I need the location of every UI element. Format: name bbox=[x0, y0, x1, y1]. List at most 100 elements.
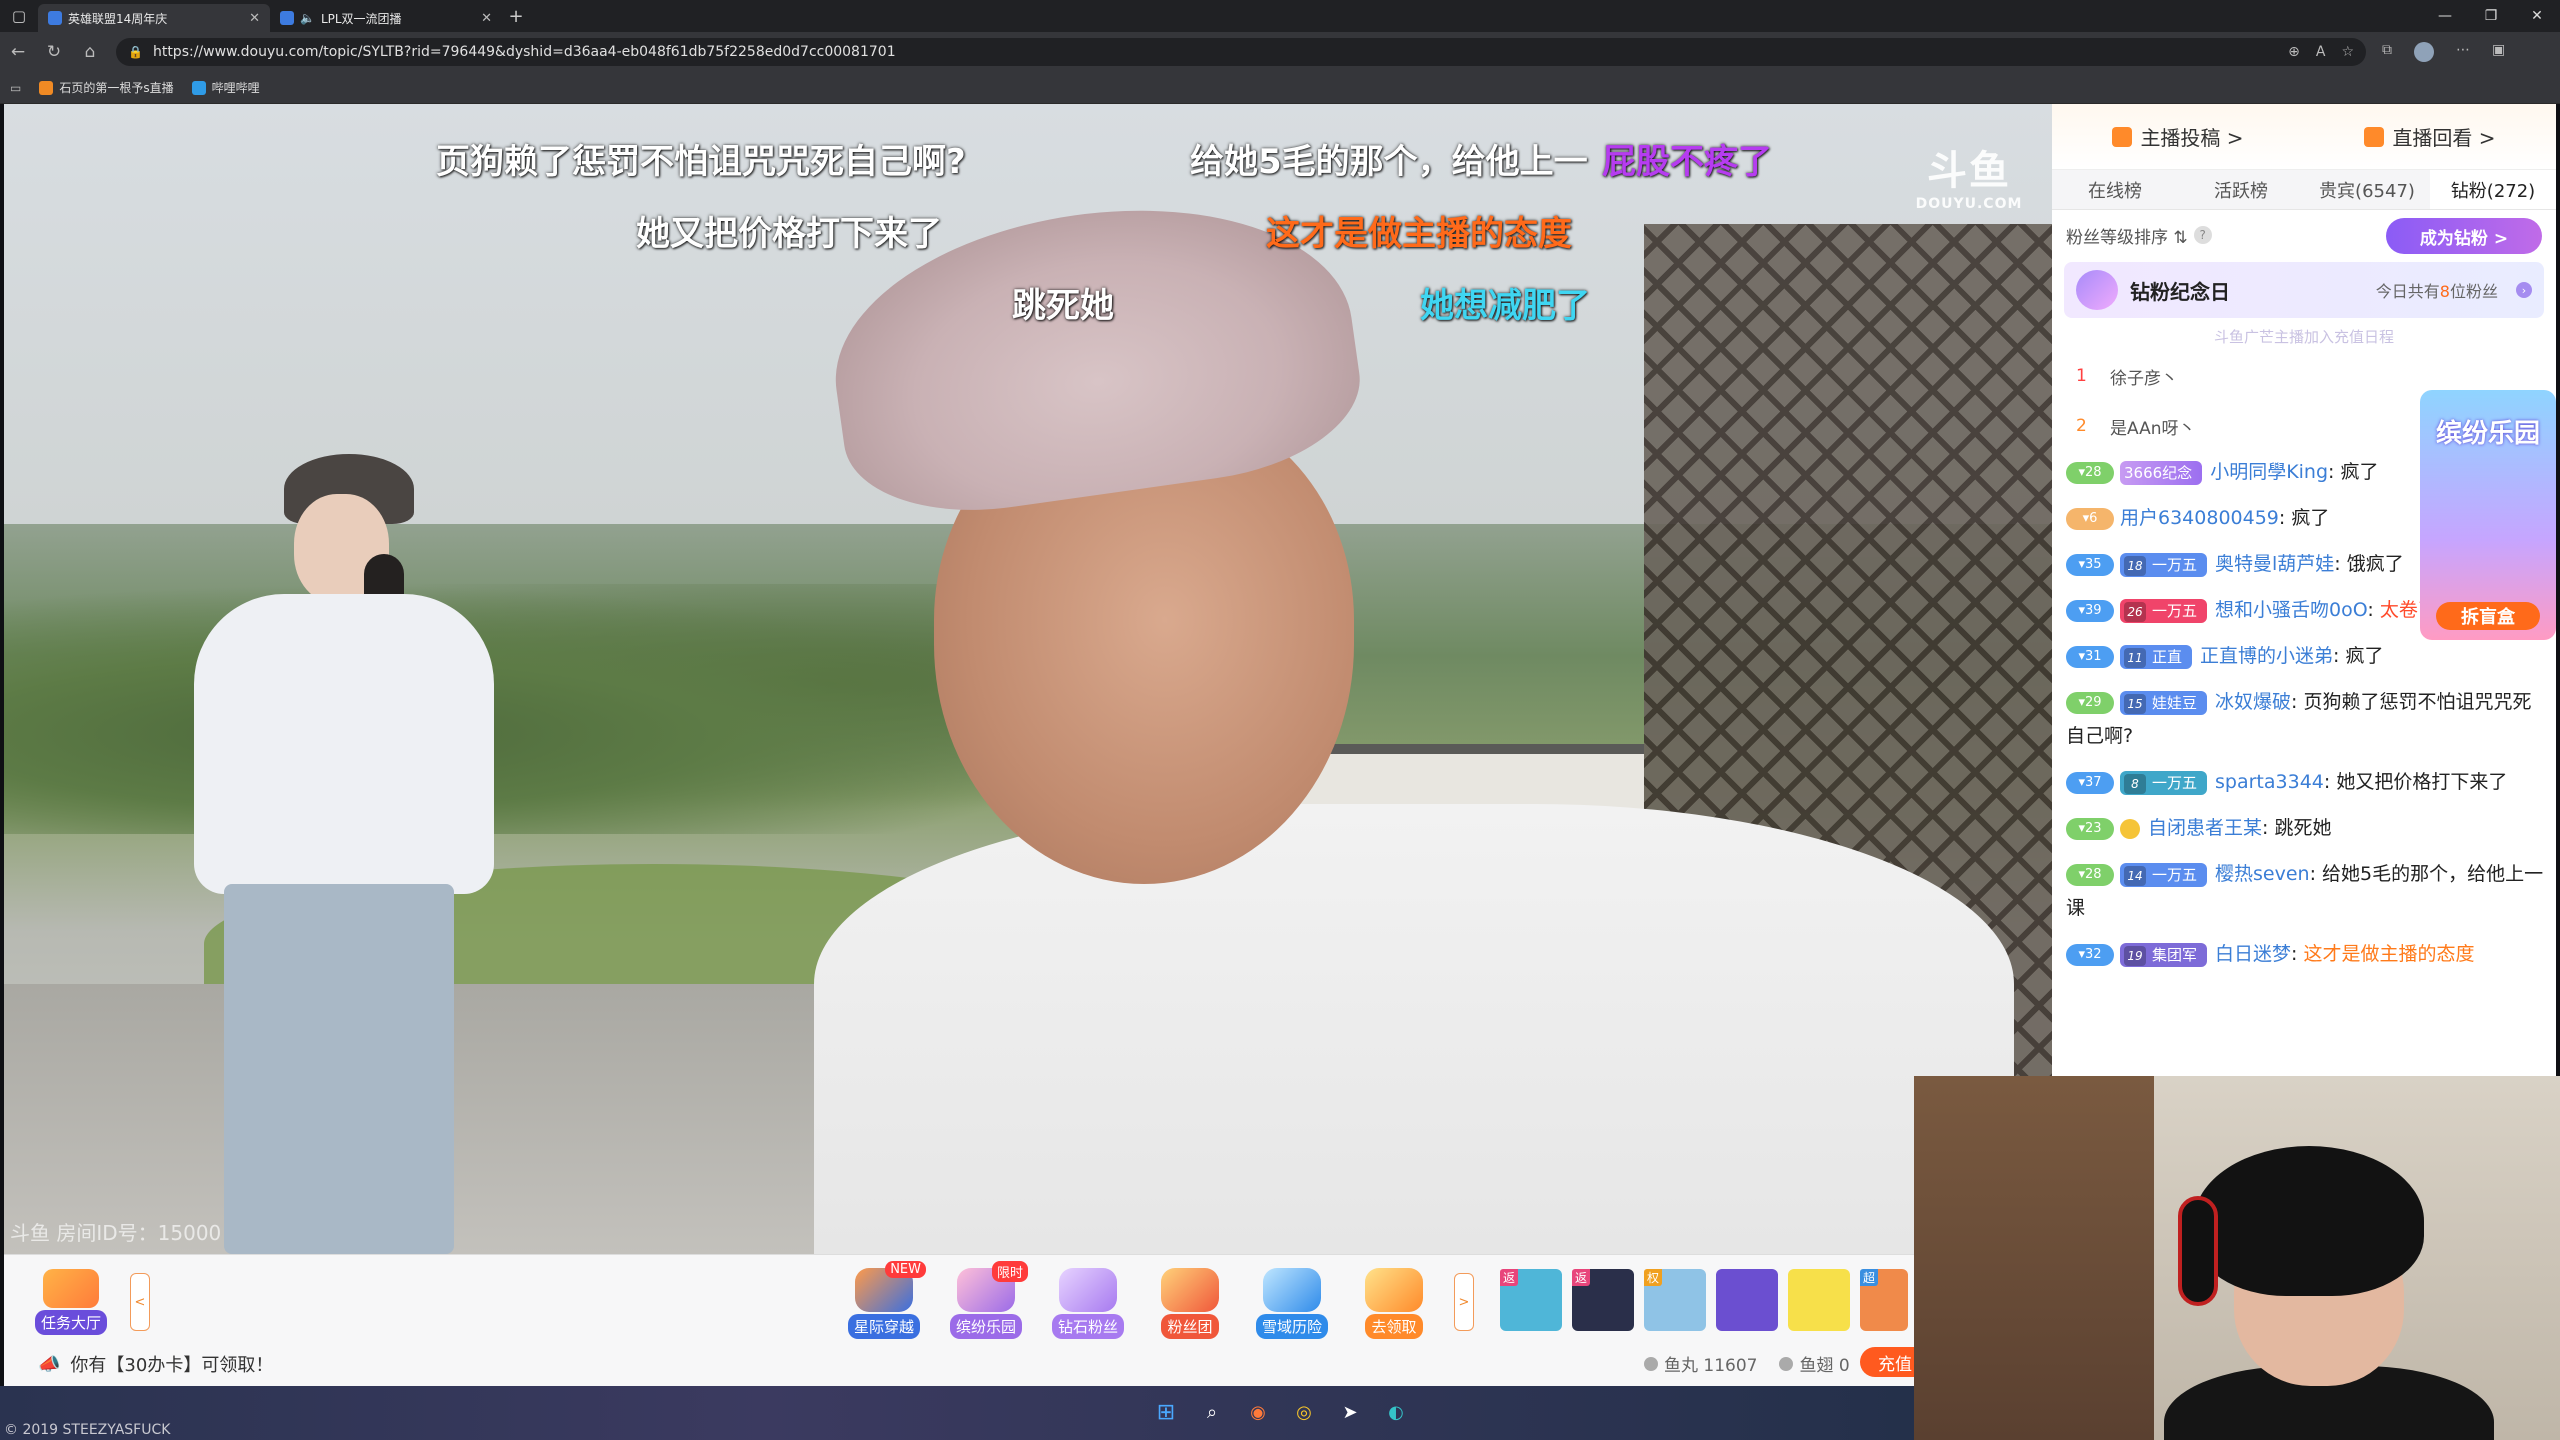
search-icon[interactable]: ⌕ bbox=[1200, 1400, 1224, 1424]
tab-vip[interactable]: 贵宾(6547) bbox=[2304, 170, 2430, 209]
close-icon[interactable]: ✕ bbox=[249, 11, 260, 26]
sidebar-toggle-icon[interactable]: ▣ bbox=[2492, 42, 2505, 62]
fan-badge-label: 一万五 bbox=[2152, 773, 2198, 792]
gift-label: 钻石粉丝 bbox=[1051, 1314, 1124, 1339]
task-hall-button[interactable]: 任务大厅 bbox=[26, 1269, 116, 1335]
chat-user-name[interactable]: 樱热seven bbox=[2215, 863, 2310, 885]
fan-badge[interactable]: 19 集团军 bbox=[2120, 942, 2208, 967]
zoom-icon[interactable]: ⊕ bbox=[2288, 44, 2300, 60]
read-aloud-icon[interactable]: A bbox=[2316, 44, 2326, 60]
fan-club-icon bbox=[1161, 1268, 1219, 1312]
prop-item[interactable] bbox=[1788, 1269, 1850, 1331]
replay-link[interactable]: 直播回看 > bbox=[2364, 122, 2496, 151]
limited-badge: 限时 bbox=[991, 1261, 1028, 1282]
app-icon[interactable]: ➤ bbox=[1338, 1400, 1362, 1424]
bookmark-2[interactable]: 哔哩哔哩 bbox=[191, 79, 260, 96]
gift-snow-adventure[interactable]: 雪域历险 bbox=[1248, 1263, 1336, 1339]
prop-item[interactable]: 权 bbox=[1644, 1269, 1706, 1331]
lock-icon[interactable]: 🔒 bbox=[128, 45, 143, 59]
gift-diamond-fan[interactable]: 钻石粉丝 bbox=[1044, 1263, 1132, 1339]
reload-icon[interactable]: ↻ bbox=[36, 42, 72, 62]
app-icon[interactable]: ◉ bbox=[1246, 1400, 1270, 1424]
anchor-post-link[interactable]: 主播投稿 > bbox=[2112, 122, 2244, 151]
user-level-badge: ▾6 bbox=[2066, 507, 2114, 530]
favorite-star-icon[interactable]: ☆ bbox=[2341, 44, 2354, 60]
prop-item[interactable]: 返 bbox=[1500, 1269, 1562, 1331]
chat-user-name[interactable]: sparta3344 bbox=[2215, 771, 2324, 793]
browser-tab-2[interactable]: 🔈 LPL双一流团播 ✕ bbox=[270, 4, 502, 32]
colorful-park-promo[interactable]: 缤纷乐园 拆盲盒 bbox=[2420, 390, 2556, 640]
prop-item[interactable] bbox=[1716, 1269, 1778, 1331]
fan-badge-label: 3666纪念 bbox=[2124, 463, 2193, 482]
chat-user-name[interactable]: 想和小骚舌吻0oO bbox=[2215, 599, 2367, 621]
gift-colorful-park[interactable]: 缤纷乐园 限时 bbox=[942, 1261, 1030, 1339]
collapse-left-button[interactable]: < bbox=[130, 1273, 150, 1331]
bookmark-1[interactable]: 石页的第一根予s直播 bbox=[39, 79, 174, 96]
chat-user-name[interactable]: 奥特曼l葫芦娃 bbox=[2215, 553, 2334, 575]
tab-view-icon[interactable]: ▭ bbox=[10, 81, 21, 95]
prop-tag: 超 bbox=[1860, 1269, 1879, 1286]
gift-claim[interactable]: 去领取 bbox=[1350, 1263, 1438, 1339]
help-icon[interactable]: ? bbox=[2193, 226, 2212, 244]
live-video-player[interactable]: 斗鱼 DOUYU.COM 页狗赖了惩罚不怕诅咒咒死自己啊? 给她5毛的那个，给他… bbox=[4, 104, 2052, 1254]
fan-badge[interactable]: 15 娃娃豆 bbox=[2120, 690, 2208, 715]
omnibox-actions: ⊕ A ☆ bbox=[2288, 44, 2354, 60]
address-input[interactable]: 🔒 https://www.douyu.com/topic/SYLTB?rid=… bbox=[116, 38, 2366, 66]
chat-user-name[interactable]: 用户6340800459 bbox=[2120, 507, 2279, 529]
tab-diamond-fans[interactable]: 钻粉(272) bbox=[2430, 170, 2556, 209]
fan-badge[interactable]: 11 正直 bbox=[2120, 644, 2193, 669]
chat-user-name[interactable]: 自闭患者王某 bbox=[2148, 817, 2262, 839]
close-icon[interactable]: ✕ bbox=[481, 11, 492, 26]
watermark-sub: DOUYU.COM bbox=[1915, 196, 2023, 212]
fan-badge[interactable]: 3666纪念 bbox=[2120, 460, 2203, 485]
bookmark-label: 石页的第一根予s直播 bbox=[59, 81, 174, 95]
diamond-anniversary-card[interactable]: 钻粉纪念日 今日共有8位粉丝 › bbox=[2064, 262, 2544, 318]
minimize-icon[interactable]: — bbox=[2422, 0, 2468, 32]
card-notice[interactable]: 📣 你有【30办卡】可领取！ bbox=[38, 1351, 273, 1377]
chat-user-name[interactable]: 小明同學King bbox=[2210, 461, 2328, 483]
fan-badge[interactable]: 8 一万五 bbox=[2120, 770, 2208, 795]
app-icon[interactable]: ◎ bbox=[1292, 1400, 1316, 1424]
restore-icon[interactable]: ❐ bbox=[2468, 0, 2514, 32]
fan-level: 18 bbox=[2124, 555, 2146, 576]
tab-active-rank[interactable]: 活跃榜 bbox=[2178, 170, 2304, 209]
expand-right-button[interactable]: > bbox=[1454, 1273, 1474, 1331]
gift-interstellar[interactable]: 星际穿越 NEW bbox=[840, 1261, 928, 1339]
edge-browser-icon[interactable]: ◐ bbox=[1384, 1400, 1408, 1424]
danmu-message: 屁股不疼了 bbox=[1602, 142, 1772, 182]
browser-tab-1[interactable]: 英雄联盟14周年庆 ✕ bbox=[38, 4, 270, 32]
claim-icon bbox=[1365, 1268, 1423, 1312]
windows-start-icon[interactable]: ⊞ bbox=[1154, 1400, 1178, 1425]
tab-actions-icon[interactable]: ▢ bbox=[0, 0, 38, 32]
become-diamond-button[interactable]: 成为钻粉 > bbox=[2386, 218, 2542, 254]
fish-ball-label: 鱼丸 11607 bbox=[1664, 1356, 1758, 1376]
prop-item[interactable]: 返 bbox=[1572, 1269, 1634, 1331]
chat-user-name[interactable]: 白日迷梦 bbox=[2215, 943, 2291, 965]
profile-avatar[interactable] bbox=[2414, 42, 2434, 62]
home-icon[interactable]: ⌂ bbox=[72, 42, 108, 62]
webcam-streamer bbox=[2164, 1136, 2494, 1440]
new-tab-button[interactable]: + bbox=[502, 6, 530, 27]
more-icon[interactable]: ⋯ bbox=[2456, 42, 2470, 62]
douyu-favicon-icon bbox=[48, 11, 62, 25]
extensions-icon[interactable]: ⧉ bbox=[2382, 42, 2392, 62]
speaker-icon[interactable]: 🔈 bbox=[300, 11, 315, 25]
fan-badge[interactable]: 14 一万五 bbox=[2120, 862, 2208, 887]
prop-item[interactable]: 超 bbox=[1860, 1269, 1908, 1331]
gift-fan-club[interactable]: 粉丝团 bbox=[1146, 1263, 1234, 1339]
chat-user-name[interactable]: 冰奴爆破 bbox=[2215, 691, 2291, 713]
user-level-badge: ▾23 bbox=[2066, 817, 2114, 840]
close-window-icon[interactable]: ✕ bbox=[2514, 0, 2560, 32]
upload-icon bbox=[2112, 126, 2133, 147]
chat-user-name[interactable]: 正直博的小迷弟 bbox=[2200, 645, 2333, 667]
user-level-badge: ▾28 bbox=[2066, 461, 2114, 484]
fan-badge[interactable]: 26 一万五 bbox=[2120, 598, 2208, 623]
fan-sort-button[interactable]: 粉丝等级排序 ⇅ bbox=[2066, 223, 2188, 248]
url-text: https://www.douyu.com/topic/SYLTB?rid=79… bbox=[152, 44, 896, 60]
tab-online-rank[interactable]: 在线榜 bbox=[2052, 170, 2178, 209]
fan-badge[interactable]: 18 一万五 bbox=[2120, 552, 2208, 577]
chat-message: ▾23 自闭患者王某: 跳死她 bbox=[2066, 811, 2546, 845]
fan-badge-label: 一万五 bbox=[2152, 601, 2198, 620]
open-blind-box-button[interactable]: 拆盲盒 bbox=[2436, 602, 2540, 630]
back-icon[interactable]: ← bbox=[0, 42, 36, 62]
